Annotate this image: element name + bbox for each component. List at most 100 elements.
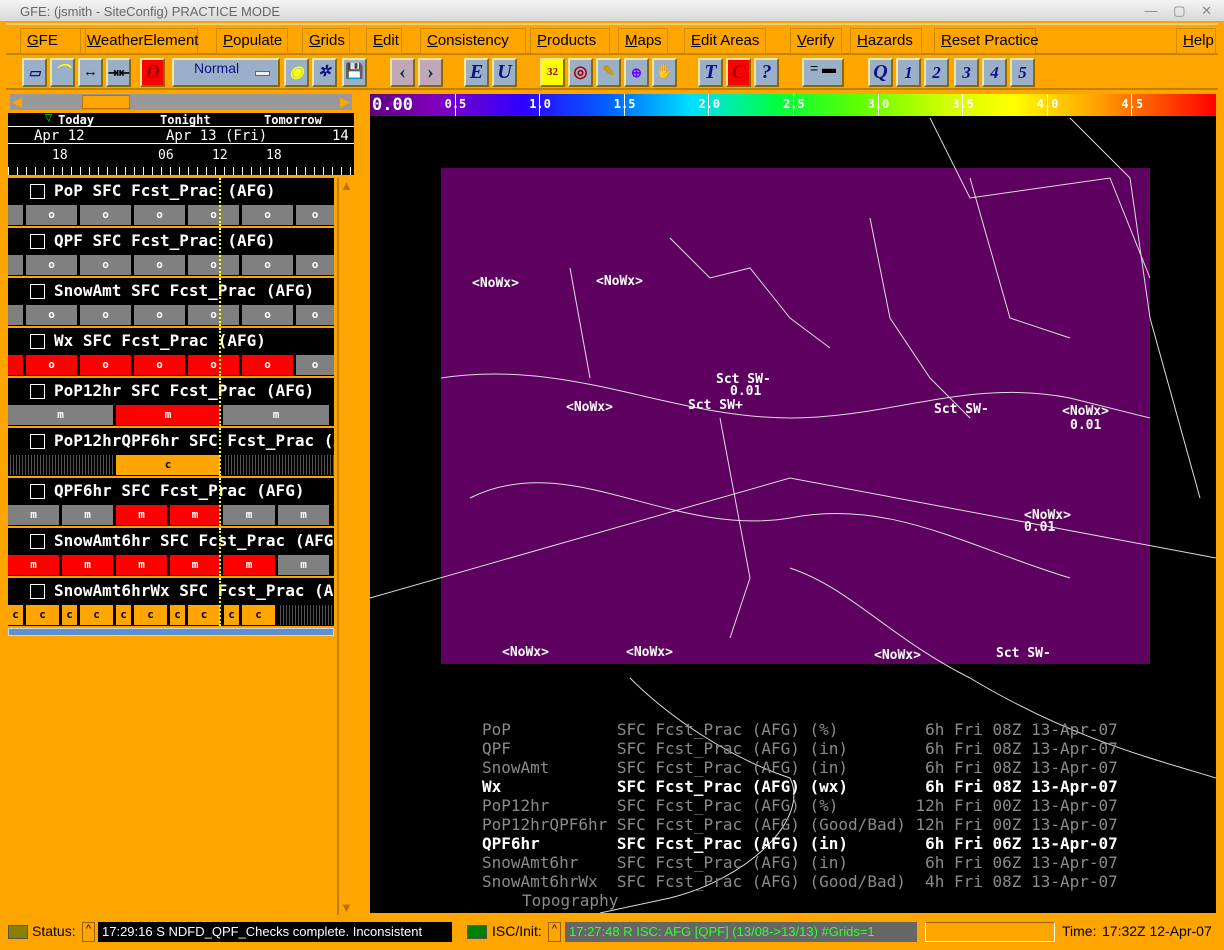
c-button[interactable]: C [726,58,751,87]
grid-block[interactable]: m [62,505,113,525]
grid-block[interactable]: c [242,605,275,625]
grid-block[interactable]: o [80,205,131,225]
grid-block[interactable]: m [116,505,167,525]
grid-block[interactable]: m [223,505,275,525]
grid-block[interactable]: o [296,305,334,325]
menu-populate[interactable]: Populate [216,28,288,54]
grid-row[interactable]: PoP12hr SFC Fcst_Prac (AFG) m m m [8,378,334,426]
expand-icon[interactable]: ↔ [78,58,103,87]
grid-block[interactable]: m [8,505,59,525]
grid-block[interactable]: c [224,605,239,625]
help-question-button[interactable]: ? [754,58,779,87]
legend-topography[interactable]: Topography [482,891,1118,910]
menu-verify[interactable]: Verify [790,28,842,54]
eye-icon[interactable]: ◉ [284,58,309,87]
grid-row-title[interactable]: Wx SFC Fcst_Prac (AFG) [8,328,334,354]
legend-entry[interactable]: PoP12hr SFC Fcst_Prac (AFG) (%) 12h Fri … [482,796,1118,815]
grid-row-timebar[interactable]: cccccccccc [8,604,334,626]
grid-block[interactable]: o [296,255,334,275]
grid-block[interactable]: o [188,305,239,325]
grid-block[interactable]: o [80,305,131,325]
grid-block[interactable] [8,205,23,225]
timeline[interactable]: Today ▽ Tonight Tomorrow Apr 12 Apr 13 (… [8,110,354,175]
grid-row-title[interactable]: SnowAmt SFC Fcst_Prac (AFG) [8,278,334,304]
grid-block[interactable]: c [188,605,220,625]
grid-block[interactable]: m [170,505,220,525]
window-controls[interactable]: — ▢ ✕ [1145,3,1218,19]
grid-block[interactable]: o [134,255,185,275]
grid-block[interactable]: o [26,355,77,375]
q-button[interactable]: Q [868,58,893,87]
grid-row-timebar[interactable]: oooooo [8,354,334,376]
menu-hazards[interactable]: Hazards [850,28,922,54]
sample-32-icon[interactable]: 32 [540,58,565,87]
grid-row-checkbox[interactable] [30,584,45,599]
menu-help[interactable]: Help [1176,28,1216,54]
contract-icon[interactable]: ⇥⇤ [106,58,131,87]
menu-weatherelement[interactable]: WeatherElement [80,28,198,54]
grid-block[interactable]: o [242,205,293,225]
grid-row-timebar[interactable]: mmmmmm [8,554,334,576]
grid-block[interactable]: o [80,355,131,375]
menu-products[interactable]: Products [530,28,610,54]
menu-edit[interactable]: Edit [366,28,402,54]
save-icon[interactable]: 💾 [342,58,367,87]
legend[interactable]: PoP SFC Fcst_Prac (AFG) (%) 6h Fri 08Z 1… [482,720,1118,910]
u-button[interactable]: U [492,58,517,87]
grid-block[interactable]: o [188,355,239,375]
legend-entry[interactable]: PoP12hrQPF6hr SFC Fcst_Prac (AFG) (Good/… [482,815,1118,834]
layout-icon[interactable]: ▭ [22,58,47,87]
isc-history-button[interactable]: ^ [548,922,561,942]
grid-block[interactable]: m [116,555,167,575]
grid-row[interactable]: PoP SFC Fcst_Prac (AFG) o o o o o o [8,178,334,226]
grid-row-checkbox[interactable] [30,384,45,399]
grid-block[interactable]: c [62,605,77,625]
legend-entry[interactable]: QPF SFC Fcst_Prac (AFG) (in) 6h Fri 08Z … [482,739,1118,758]
grid-block[interactable]: o [242,255,293,275]
e-button[interactable]: E [464,58,489,87]
t-button[interactable]: T [698,58,723,87]
rows-vscrollbar[interactable]: ▲ ▼ [337,178,354,915]
preset-2-button[interactable]: 2 [924,58,949,87]
grid-block[interactable]: o [188,205,239,225]
grid-row-title[interactable]: PoP12hrQPF6hr SFC Fcst_Prac (AFG) [8,428,334,454]
grid-row-title[interactable]: SnowAmt6hr SFC Fcst_Prac (AFG) [8,528,334,554]
scroll-up-icon[interactable]: ▲ [340,178,353,193]
grid-block[interactable]: o [26,305,77,325]
target-icon[interactable]: ◎ [568,58,593,87]
grid-row-timebar[interactable]: mmmmmm [8,504,334,526]
legend-entry[interactable]: SnowAmt SFC Fcst_Prac (AFG) (in) 6h Fri … [482,758,1118,777]
curve-icon[interactable]: ⌒ [50,58,75,87]
grid-row[interactable]: Wx SFC Fcst_Prac (AFG) o o o o o o [8,328,334,376]
grid-block[interactable]: o [134,305,185,325]
grid-row[interactable]: QPF SFC Fcst_Prac (AFG) o o o o o o [8,228,334,276]
grid-block[interactable]: o [26,205,77,225]
legend-entry[interactable]: SnowAmt6hrWx SFC Fcst_Prac (AFG) (Good/B… [482,872,1118,891]
grid-row-title[interactable]: QPF SFC Fcst_Prac (AFG) [8,228,334,254]
grid-block[interactable]: o [242,305,293,325]
grid-block[interactable]: m [116,405,220,425]
preset-1-button[interactable]: 1 [896,58,921,87]
grid-block[interactable] [278,605,334,625]
grid-block[interactable]: c [26,605,59,625]
grid-block[interactable]: c [80,605,113,625]
next-button[interactable]: › [418,58,443,87]
grid-row-checkbox[interactable] [30,534,45,549]
status-history-button[interactable]: ^ [82,922,95,942]
grid-row-checkbox[interactable] [30,284,45,299]
legend-entry[interactable]: SnowAmt6hr SFC Fcst_Prac (AFG) (in) 6h F… [482,853,1118,872]
grid-row[interactable]: SnowAmt6hrWx SFC Fcst_Prac (AFG) c c c c c c c c… [8,578,334,626]
grid-block[interactable] [8,455,113,475]
grid-block[interactable]: o [134,355,185,375]
grid-block[interactable]: m [8,405,113,425]
menu-gfe[interactable]: GFE [20,28,86,54]
grid-row[interactable]: PoP12hrQPF6hr SFC Fcst_Prac (AFG) c [8,428,334,476]
legend-entry[interactable]: QPF6hr SFC Fcst_Prac (AFG) (in) 6h Fri 0… [482,834,1118,853]
preset-5-button[interactable]: 5 [1010,58,1035,87]
grid-block[interactable]: o [296,205,334,225]
grid-row-title[interactable]: PoP12hr SFC Fcst_Prac (AFG) [8,378,334,404]
grid-block[interactable]: m [223,405,329,425]
grid-block[interactable] [8,305,23,325]
grid-block[interactable]: c [116,605,131,625]
menu-grids[interactable]: Grids [302,28,350,54]
